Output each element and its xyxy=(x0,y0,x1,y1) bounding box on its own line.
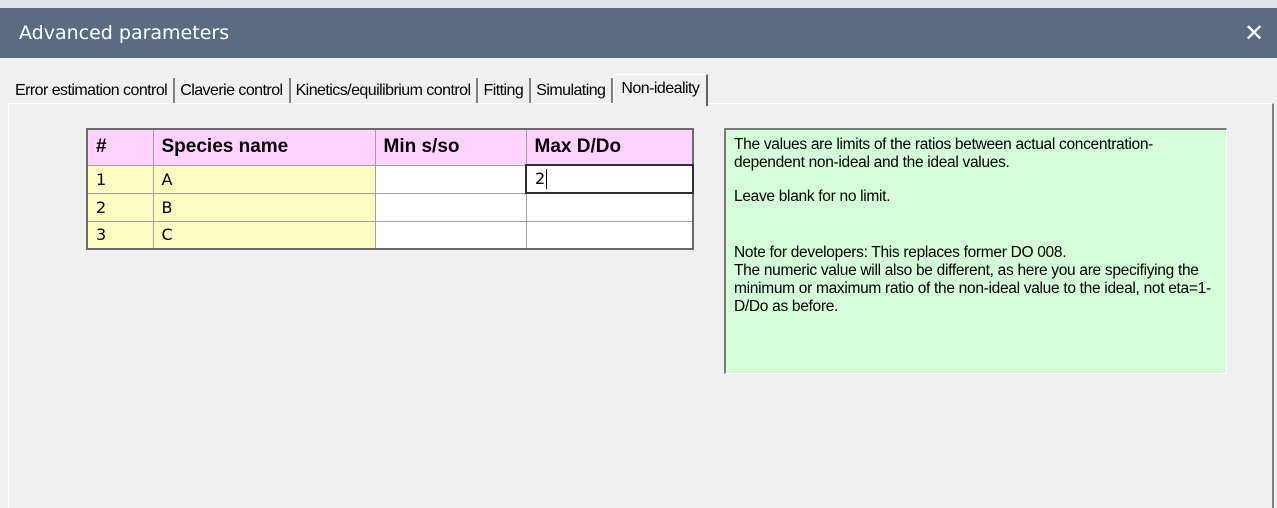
header-num: # xyxy=(86,128,154,166)
tab-non-ideality[interactable]: Non-ideality xyxy=(613,74,709,106)
header-species-name: Species name xyxy=(152,128,376,166)
title-bar: Advanced parameters ✕ xyxy=(0,8,1277,58)
max-d-do-cell[interactable] xyxy=(525,220,694,250)
max-d-do-value: 2 xyxy=(535,168,546,188)
header-max-d-do: Max D/Do xyxy=(525,128,694,166)
min-s-so-cell[interactable] xyxy=(374,164,527,194)
window-title: Advanced parameters xyxy=(19,22,230,44)
tab-simulating[interactable]: Simulating xyxy=(531,78,614,104)
grid-header-row: # Species name Min s/so Max D/Do xyxy=(86,128,694,166)
tab-fitting[interactable]: Fitting xyxy=(478,78,532,104)
tab-claverie-control[interactable]: Claverie control xyxy=(175,78,291,104)
max-d-do-cell[interactable]: 2 xyxy=(525,164,694,194)
min-s-so-cell[interactable] xyxy=(374,220,527,250)
species-name-cell[interactable]: C xyxy=(152,220,376,250)
desktop-strip xyxy=(0,0,1277,8)
tab-bar: Error estimation control Claverie contro… xyxy=(10,74,709,106)
min-s-so-cell[interactable] xyxy=(374,192,527,222)
tab-kinetics-equilibrium-control[interactable]: Kinetics/equilibrium control xyxy=(291,78,479,104)
close-icon[interactable]: ✕ xyxy=(1231,8,1277,58)
note-paragraph-1: The values are limits of the ratios betw… xyxy=(734,136,1154,171)
species-name-cell[interactable]: B xyxy=(152,192,376,222)
species-name-cell[interactable]: A xyxy=(152,164,376,194)
row-number: 2 xyxy=(86,192,154,222)
table-row: 2 B xyxy=(86,192,694,222)
table-row: 3 C xyxy=(86,220,694,250)
dialog-client: Error estimation control Claverie contro… xyxy=(0,58,1277,508)
table-row: 1 A 2 xyxy=(86,164,694,194)
text-caret xyxy=(546,169,548,190)
row-number: 1 xyxy=(86,164,154,194)
note-paragraph-3-line-1: Note for developers: This replaces forme… xyxy=(734,244,1067,261)
help-note: The values are limits of the ratios betw… xyxy=(724,128,1227,374)
note-paragraph-3-line-2: The numeric value will also be different… xyxy=(734,262,1211,315)
tab-error-estimation-control[interactable]: Error estimation control xyxy=(10,78,176,104)
max-d-do-cell[interactable] xyxy=(525,192,694,222)
header-min-s-so: Min s/so xyxy=(374,128,527,166)
species-grid: # Species name Min s/so Max D/Do 1 A 2 2… xyxy=(86,128,694,250)
note-paragraph-2: Leave blank for no limit. xyxy=(734,188,891,205)
row-number: 3 xyxy=(86,220,154,250)
